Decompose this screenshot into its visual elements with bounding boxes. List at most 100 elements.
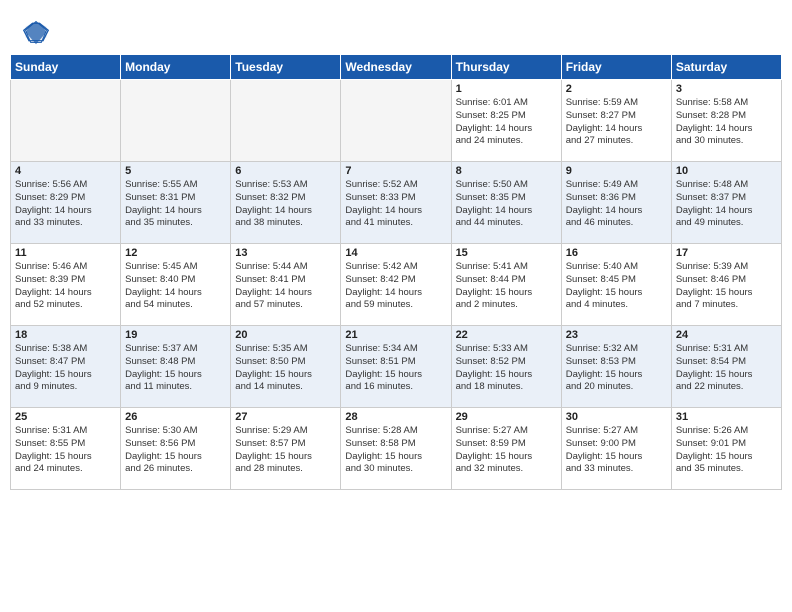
day-number: 8	[456, 165, 557, 177]
day-info: Sunrise: 5:44 AM Sunset: 8:41 PM Dayligh…	[235, 261, 336, 312]
day-cell: 4 Sunrise: 5:56 AM Sunset: 8:29 PM Daylig…	[11, 162, 121, 244]
day-number: 21	[345, 329, 446, 341]
week-row-2: 4 Sunrise: 5:56 AM Sunset: 8:29 PM Daylig…	[11, 162, 782, 244]
week-row-4: 18Sunrise: 5:38 AM Sunset: 8:47 PM Dayli…	[11, 326, 782, 408]
day-cell: 16 Sunrise: 5:40 AM Sunset: 8:45 PM Dayli…	[561, 244, 671, 326]
day-info: Sunrise: 5:30 AM Sunset: 8:56 PM Dayligh…	[125, 425, 226, 476]
day-number: 12	[125, 247, 226, 259]
day-info: Sunrise: 5:28 AM Sunset: 8:58 PM Dayligh…	[345, 425, 446, 476]
calendar-table: SundayMondayTuesdayWednesdayThursdayFrid…	[10, 54, 782, 490]
day-cell: 24 Sunrise: 5:31 AM Sunset: 8:54 PM Dayli…	[671, 326, 781, 408]
day-info: Sunrise: 5:34 AM Sunset: 8:51 PM Dayligh…	[345, 343, 446, 394]
day-number: 29	[456, 411, 557, 423]
week-row-3: 11 Sunrise: 5:46 AM Sunset: 8:39 PM Dayli…	[11, 244, 782, 326]
day-info: Sunrise: 5:39 AM Sunset: 8:46 PM Dayligh…	[676, 261, 777, 312]
day-number: 15	[456, 247, 557, 259]
day-info: Sunrise: 5:29 AM Sunset: 8:57 PM Dayligh…	[235, 425, 336, 476]
weekday-header-wednesday: Wednesday	[341, 55, 451, 80]
day-number: 2	[566, 83, 667, 95]
weekday-header-tuesday: Tuesday	[231, 55, 341, 80]
day-info: Sunrise: 5:49 AM Sunset: 8:36 PM Dayligh…	[566, 179, 667, 230]
day-cell: 5Sunrise: 5:55 AM Sunset: 8:31 PM Daylig…	[121, 162, 231, 244]
day-cell: 1Sunrise: 6:01 AM Sunset: 8:25 PM Daylig…	[451, 80, 561, 162]
day-number: 27	[235, 411, 336, 423]
day-number: 7	[345, 165, 446, 177]
day-number: 11	[15, 247, 116, 259]
day-cell: 10 Sunrise: 5:48 AM Sunset: 8:37 PM Dayli…	[671, 162, 781, 244]
day-cell: 23Sunrise: 5:32 AM Sunset: 8:53 PM Dayli…	[561, 326, 671, 408]
day-number: 30	[566, 411, 667, 423]
day-cell	[11, 80, 121, 162]
week-row-5: 25Sunrise: 5:31 AM Sunset: 8:55 PM Dayli…	[11, 408, 782, 490]
day-number: 16	[566, 247, 667, 259]
day-cell: 22 Sunrise: 5:33 AM Sunset: 8:52 PM Dayli…	[451, 326, 561, 408]
day-cell: 17 Sunrise: 5:39 AM Sunset: 8:46 PM Dayli…	[671, 244, 781, 326]
day-number: 24	[676, 329, 777, 341]
day-cell	[231, 80, 341, 162]
weekday-header-saturday: Saturday	[671, 55, 781, 80]
day-cell: 25Sunrise: 5:31 AM Sunset: 8:55 PM Dayli…	[11, 408, 121, 490]
day-info: Sunrise: 5:42 AM Sunset: 8:42 PM Dayligh…	[345, 261, 446, 312]
day-number: 5	[125, 165, 226, 177]
day-cell: 20 Sunrise: 5:35 AM Sunset: 8:50 PM Dayli…	[231, 326, 341, 408]
day-info: Sunrise: 5:26 AM Sunset: 9:01 PM Dayligh…	[676, 425, 777, 476]
logo-icon	[22, 18, 50, 46]
day-cell: 6 Sunrise: 5:53 AM Sunset: 8:32 PM Daylig…	[231, 162, 341, 244]
day-number: 26	[125, 411, 226, 423]
day-info: Sunrise: 5:31 AM Sunset: 8:54 PM Dayligh…	[676, 343, 777, 394]
day-cell: 9 Sunrise: 5:49 AM Sunset: 8:36 PM Daylig…	[561, 162, 671, 244]
day-number: 9	[566, 165, 667, 177]
day-number: 28	[345, 411, 446, 423]
logo	[22, 18, 54, 46]
day-info: Sunrise: 5:37 AM Sunset: 8:48 PM Dayligh…	[125, 343, 226, 394]
day-cell: 30 Sunrise: 5:27 AM Sunset: 9:00 PM Dayli…	[561, 408, 671, 490]
day-cell: 7 Sunrise: 5:52 AM Sunset: 8:33 PM Daylig…	[341, 162, 451, 244]
day-cell: 12Sunrise: 5:45 AM Sunset: 8:40 PM Dayli…	[121, 244, 231, 326]
day-number: 22	[456, 329, 557, 341]
day-number: 31	[676, 411, 777, 423]
day-number: 20	[235, 329, 336, 341]
day-cell: 26 Sunrise: 5:30 AM Sunset: 8:56 PM Dayli…	[121, 408, 231, 490]
day-info: Sunrise: 5:48 AM Sunset: 8:37 PM Dayligh…	[676, 179, 777, 230]
day-number: 6	[235, 165, 336, 177]
day-cell: 28 Sunrise: 5:28 AM Sunset: 8:58 PM Dayli…	[341, 408, 451, 490]
day-info: Sunrise: 5:33 AM Sunset: 8:52 PM Dayligh…	[456, 343, 557, 394]
weekday-header-friday: Friday	[561, 55, 671, 80]
day-info: Sunrise: 5:50 AM Sunset: 8:35 PM Dayligh…	[456, 179, 557, 230]
day-number: 14	[345, 247, 446, 259]
day-number: 23	[566, 329, 667, 341]
calendar-header	[10, 10, 782, 50]
day-info: Sunrise: 5:56 AM Sunset: 8:29 PM Dayligh…	[15, 179, 116, 230]
day-cell: 18Sunrise: 5:38 AM Sunset: 8:47 PM Dayli…	[11, 326, 121, 408]
day-number: 13	[235, 247, 336, 259]
day-info: Sunrise: 5:52 AM Sunset: 8:33 PM Dayligh…	[345, 179, 446, 230]
day-info: Sunrise: 5:58 AM Sunset: 8:28 PM Dayligh…	[676, 97, 777, 148]
weekday-header-row: SundayMondayTuesdayWednesdayThursdayFrid…	[11, 55, 782, 80]
day-info: Sunrise: 6:01 AM Sunset: 8:25 PM Dayligh…	[456, 97, 557, 148]
day-info: Sunrise: 5:41 AM Sunset: 8:44 PM Dayligh…	[456, 261, 557, 312]
day-cell: 13 Sunrise: 5:44 AM Sunset: 8:41 PM Dayli…	[231, 244, 341, 326]
day-number: 4	[15, 165, 116, 177]
day-info: Sunrise: 5:53 AM Sunset: 8:32 PM Dayligh…	[235, 179, 336, 230]
day-info: Sunrise: 5:27 AM Sunset: 9:00 PM Dayligh…	[566, 425, 667, 476]
week-row-1: 1Sunrise: 6:01 AM Sunset: 8:25 PM Daylig…	[11, 80, 782, 162]
day-cell: 27 Sunrise: 5:29 AM Sunset: 8:57 PM Dayli…	[231, 408, 341, 490]
day-cell: 3 Sunrise: 5:58 AM Sunset: 8:28 PM Daylig…	[671, 80, 781, 162]
day-cell: 19 Sunrise: 5:37 AM Sunset: 8:48 PM Dayli…	[121, 326, 231, 408]
day-number: 3	[676, 83, 777, 95]
day-cell: 11 Sunrise: 5:46 AM Sunset: 8:39 PM Dayli…	[11, 244, 121, 326]
day-cell: 21 Sunrise: 5:34 AM Sunset: 8:51 PM Dayli…	[341, 326, 451, 408]
day-cell: 14 Sunrise: 5:42 AM Sunset: 8:42 PM Dayli…	[341, 244, 451, 326]
day-cell: 8 Sunrise: 5:50 AM Sunset: 8:35 PM Daylig…	[451, 162, 561, 244]
day-info: Sunrise: 5:40 AM Sunset: 8:45 PM Dayligh…	[566, 261, 667, 312]
day-info: Sunrise: 5:46 AM Sunset: 8:39 PM Dayligh…	[15, 261, 116, 312]
day-number: 10	[676, 165, 777, 177]
day-cell: 2Sunrise: 5:59 AM Sunset: 8:27 PM Daylig…	[561, 80, 671, 162]
day-info: Sunrise: 5:35 AM Sunset: 8:50 PM Dayligh…	[235, 343, 336, 394]
weekday-header-monday: Monday	[121, 55, 231, 80]
day-number: 25	[15, 411, 116, 423]
day-number: 19	[125, 329, 226, 341]
day-number: 18	[15, 329, 116, 341]
day-number: 17	[676, 247, 777, 259]
weekday-header-thursday: Thursday	[451, 55, 561, 80]
